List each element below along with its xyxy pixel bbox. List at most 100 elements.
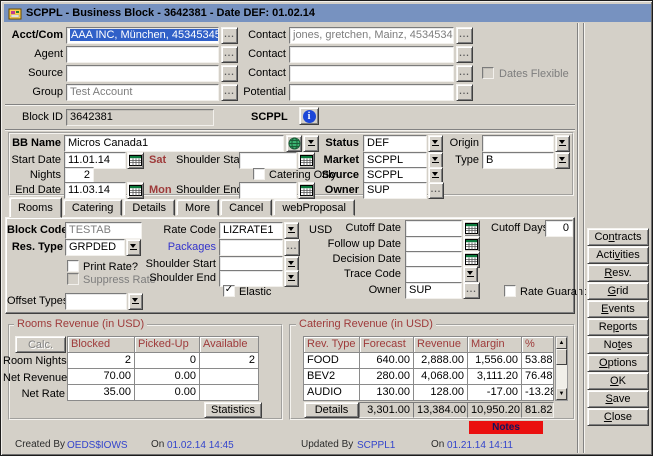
scroll-down-button[interactable]: ▼	[556, 388, 567, 400]
contact3-lov-button[interactable]: ...	[456, 65, 473, 82]
updated-by-label: Updated By	[301, 439, 353, 450]
options-button[interactable]: Options	[587, 354, 649, 372]
elastic-label: Elastic	[239, 284, 284, 300]
cutoff-date-calendar-button[interactable]	[463, 220, 480, 237]
nights-label: Nights	[9, 167, 61, 183]
contact1-lov-button[interactable]: ...	[456, 27, 473, 44]
offset-types-field[interactable]	[65, 293, 127, 310]
suppress-rate-checkbox[interactable]	[67, 273, 79, 285]
catering-row-margin: -17.00	[467, 384, 522, 401]
end-date-label: End Date	[9, 182, 61, 198]
acct-com-field[interactable]: AAA INC, München, 45345345	[66, 27, 219, 44]
cutoff-days-field[interactable]: 0	[545, 220, 573, 237]
block-owner-field[interactable]: SUP	[363, 182, 427, 199]
origin-lov-button[interactable]	[555, 135, 570, 152]
packages-link[interactable]: Packages	[159, 239, 216, 255]
tab-shoulder-end-label: Shoulder End	[144, 270, 216, 286]
info-button[interactable]: i	[299, 107, 319, 125]
print-rate-checkbox[interactable]	[67, 260, 79, 272]
dropdown-icon	[432, 140, 439, 147]
res-type-lov-button[interactable]	[126, 239, 141, 256]
elastic-checkbox[interactable]: ✓	[223, 285, 235, 297]
block-code-label: Block Code	[7, 222, 63, 238]
trace-code-field[interactable]	[405, 266, 462, 283]
trace-code-lov-button[interactable]	[463, 266, 478, 283]
titlebar[interactable]: SCPPL - Business Block - 3642381 - Date …	[4, 4, 651, 22]
events-button[interactable]: Events	[587, 300, 649, 318]
offset-types-lov-button[interactable]	[128, 293, 143, 310]
type-field[interactable]: B	[482, 152, 554, 169]
catering-scrollbar[interactable]: ▲ ▼	[555, 336, 568, 401]
tab-details[interactable]: Details	[123, 199, 175, 216]
shoulder-start-label: Shoulder Start	[176, 152, 236, 168]
calendar-icon	[129, 184, 142, 197]
ok-button[interactable]: OK	[587, 372, 649, 390]
block-id-field: 3642381	[66, 109, 214, 126]
contact1-field[interactable]: jones, gretchen, Mainz, 45345345	[289, 27, 454, 44]
contracts-button[interactable]: Contracts	[587, 228, 649, 246]
scroll-thumb[interactable]	[556, 349, 567, 365]
catering-total-forecast: 3,301.00	[359, 402, 414, 418]
market-label: Market	[307, 152, 359, 168]
catering-row-revenue: 4,068.00	[413, 368, 468, 385]
contact2-field[interactable]	[289, 46, 454, 63]
net-rate-available	[199, 384, 259, 401]
group-field[interactable]: Test Account	[66, 84, 219, 101]
activities-button[interactable]: Activities	[587, 246, 649, 264]
potential-lov-button[interactable]: ...	[456, 84, 473, 101]
status-field[interactable]: DEF	[363, 135, 427, 152]
type-lov-button[interactable]	[555, 152, 570, 169]
tab-owner-field[interactable]: SUP	[405, 282, 462, 299]
trace-code-label: Trace Code	[327, 266, 401, 282]
rate-guarant-checkbox[interactable]	[504, 285, 516, 297]
tab-more[interactable]: More	[176, 199, 219, 216]
tab-rooms[interactable]: Rooms	[9, 197, 62, 218]
grid-button[interactable]: Grid	[587, 282, 649, 300]
calendar-icon	[129, 154, 142, 167]
rate-code-lov-button[interactable]	[284, 222, 299, 239]
res-type-field[interactable]: GRPDED	[65, 239, 125, 256]
start-date-calendar-button[interactable]	[127, 152, 144, 169]
notes-button[interactable]: Notes	[587, 336, 649, 354]
dates-flexible-checkbox[interactable]	[482, 67, 494, 79]
potential-label: Potential	[231, 84, 286, 100]
contact3-field[interactable]	[289, 65, 454, 82]
tab-webproposal[interactable]: webProposal	[273, 199, 355, 216]
packages-lov-button[interactable]: ...	[284, 239, 300, 256]
agent-field[interactable]	[66, 46, 219, 63]
potential-field[interactable]	[289, 84, 454, 101]
rate-code-field[interactable]: LIZRATE1	[219, 222, 283, 239]
dates-flexible-label: Dates Flexible	[499, 66, 579, 82]
calc-button[interactable]: Calc.	[15, 336, 66, 353]
resv-button[interactable]: Resv.	[587, 264, 649, 282]
room-nights-blocked: 2	[67, 352, 135, 369]
tab-strip: Rooms Catering Details More Cancel webPr…	[9, 197, 355, 218]
details-button[interactable]: Details	[304, 402, 359, 418]
statistics-button[interactable]: Statistics	[204, 402, 262, 418]
bb-name-field[interactable]: Micros Canada1	[64, 135, 284, 152]
origin-field[interactable]	[482, 135, 554, 152]
contact2-lov-button[interactable]: ...	[456, 46, 473, 63]
room-nights-picked: 0	[134, 352, 200, 369]
scroll-up-button[interactable]: ▲	[556, 337, 567, 349]
save-button[interactable]: Save	[587, 390, 649, 408]
divider	[583, 23, 585, 453]
tab-cancel[interactable]: Cancel	[220, 199, 272, 216]
source-field[interactable]	[66, 65, 219, 82]
tab-shoulder-end-lov-button[interactable]	[284, 270, 299, 287]
tab-owner-lov-button[interactable]: ...	[463, 282, 480, 299]
catering-only-checkbox[interactable]	[253, 168, 265, 180]
tab-catering[interactable]: Catering	[63, 199, 123, 216]
ellipsis-icon: ...	[459, 67, 470, 77]
cutoff-date-field[interactable]	[405, 220, 462, 237]
block-owner-lov-button[interactable]: ...	[428, 182, 444, 199]
ellipsis-icon: ...	[459, 48, 470, 58]
packages-field[interactable]	[219, 239, 283, 256]
cutoff-days-label: Cutoff Days	[491, 220, 543, 236]
reports-button[interactable]: Reports	[587, 318, 649, 336]
status-lov-button[interactable]	[428, 135, 443, 152]
catering-col-rev-type: Rev. Type	[303, 336, 360, 353]
close-button[interactable]: Close	[587, 408, 649, 426]
type-label: Type	[447, 152, 479, 168]
translate-button[interactable]	[286, 135, 302, 152]
